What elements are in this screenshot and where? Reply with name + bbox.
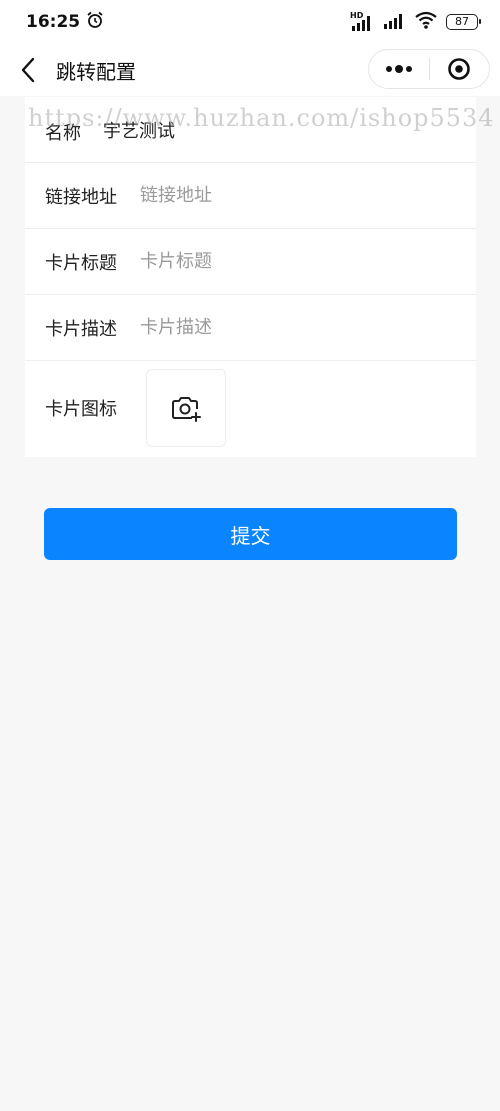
form-row-card-icon: 卡片图标 xyxy=(25,361,476,456)
back-button[interactable] xyxy=(2,44,54,96)
status-bar: 16:25 HD 87 xyxy=(0,0,500,44)
link-input[interactable] xyxy=(140,185,460,206)
status-left: 16:25 xyxy=(26,11,104,34)
card-title-label: 卡片标题 xyxy=(45,252,117,274)
status-right: HD 87 xyxy=(350,10,481,34)
close-mini-program-button[interactable] xyxy=(430,50,490,88)
card-title-input[interactable] xyxy=(140,251,460,272)
form-card: 名称 链接地址 卡片标题 卡片描述 卡片图标 xyxy=(25,97,476,457)
chevron-left-icon xyxy=(21,57,35,83)
card-desc-input[interactable] xyxy=(140,317,460,338)
form-row-link: 链接地址 xyxy=(25,163,476,229)
image-upload-button[interactable] xyxy=(146,369,226,447)
camera-add-icon xyxy=(172,397,201,422)
submit-button[interactable]: 提交 xyxy=(44,508,457,560)
more-dots-icon xyxy=(385,65,412,73)
mini-program-capsule xyxy=(368,49,490,89)
name-input[interactable] xyxy=(103,119,423,140)
page-title: 跳转配置 xyxy=(56,59,136,84)
target-circle-icon xyxy=(448,58,471,80)
card-icon-label: 卡片图标 xyxy=(45,399,117,420)
card-desc-label: 卡片描述 xyxy=(45,318,117,340)
alarm-icon xyxy=(86,11,104,34)
cell-signal-hd-icon: HD xyxy=(350,11,374,32)
name-label: 名称 xyxy=(45,123,81,144)
cell-signal-icon xyxy=(382,10,406,34)
link-label: 链接地址 xyxy=(45,186,117,208)
form-row-card-title: 卡片标题 xyxy=(25,229,476,295)
nav-bar: 跳转配置 xyxy=(0,44,500,96)
form-row-card-desc: 卡片描述 xyxy=(25,295,476,361)
more-button[interactable] xyxy=(369,50,429,88)
wifi-icon xyxy=(414,10,438,34)
form-row-name: 名称 xyxy=(25,97,476,163)
battery-icon: 87 xyxy=(446,14,481,30)
status-time: 16:25 xyxy=(26,12,81,32)
